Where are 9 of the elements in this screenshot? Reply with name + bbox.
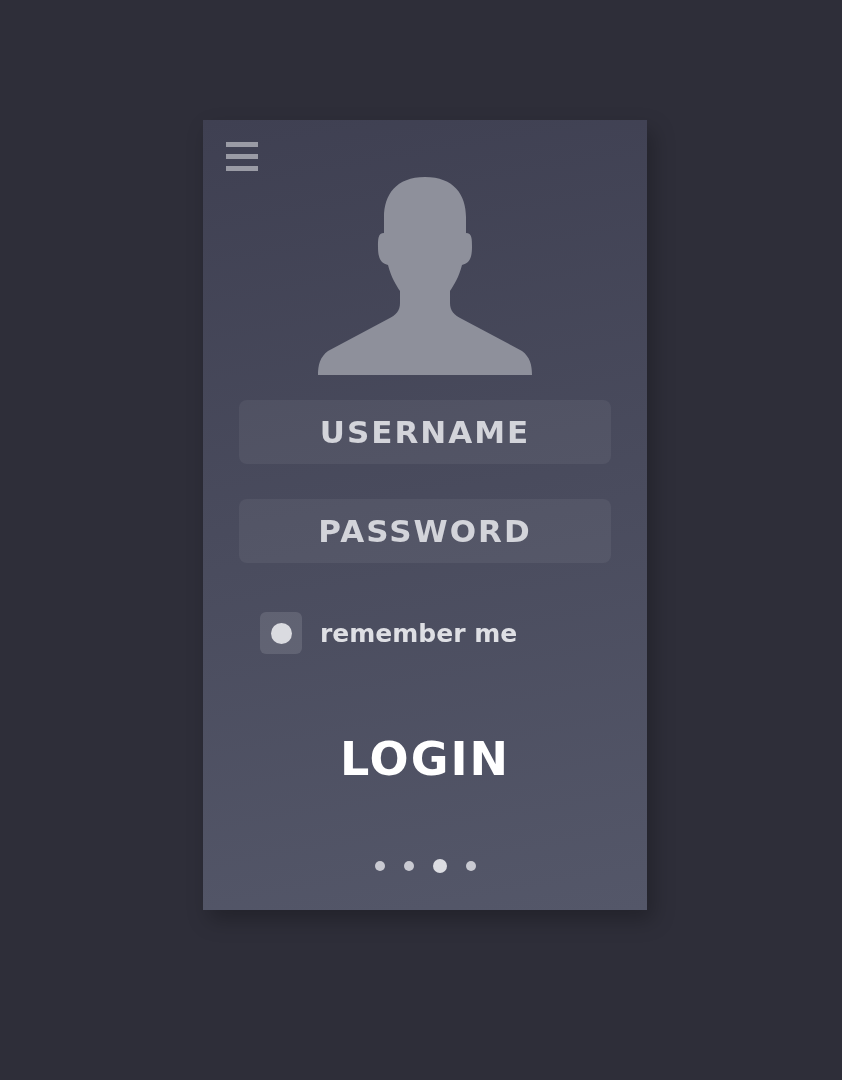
page-dot[interactable] (374, 861, 385, 871)
page-dot[interactable] (432, 859, 447, 873)
login-button[interactable]: LOGIN (335, 732, 515, 786)
remember-checkbox[interactable] (260, 612, 302, 654)
page-dot[interactable] (403, 861, 414, 871)
menu-icon[interactable] (226, 142, 258, 172)
remember-label: remember me (320, 618, 518, 648)
page-dot[interactable] (465, 861, 476, 871)
user-silhouette-icon (318, 177, 532, 375)
